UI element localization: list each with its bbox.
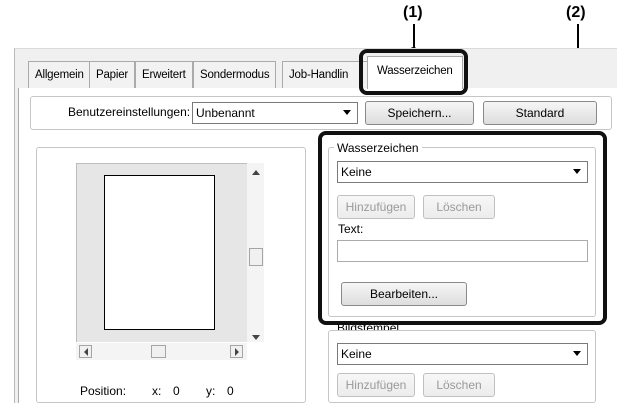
- save-button[interactable]: Speichern...: [365, 101, 474, 125]
- default-button[interactable]: Standard: [483, 101, 597, 125]
- vertical-scroll-thumb[interactable]: [249, 248, 263, 266]
- callout-1-highlight: [359, 49, 468, 95]
- image-stamp-delete-button[interactable]: Löschen: [423, 373, 495, 397]
- position-label: Position:: [80, 384, 127, 398]
- horizontal-scroll-thumb[interactable]: [151, 345, 166, 358]
- scroll-right-icon: [235, 348, 239, 356]
- position-x-label: x:: [152, 384, 162, 398]
- chevron-down-icon: [573, 351, 581, 356]
- image-stamp-select-value: Keine: [341, 347, 372, 361]
- image-stamp-add-button[interactable]: Hinzufügen: [337, 373, 415, 397]
- position-y-label: y:: [206, 384, 216, 398]
- tab-papier[interactable]: Papier: [89, 61, 136, 88]
- user-settings-value: Unbenannt: [196, 106, 255, 120]
- tab-allgemein[interactable]: Allgemein: [28, 61, 91, 88]
- image-stamp-select[interactable]: Keine: [337, 343, 588, 365]
- callout-2: (2): [566, 4, 586, 21]
- callout-2-highlight: [318, 131, 607, 325]
- scroll-left-icon: [84, 348, 88, 356]
- tab-job-handling[interactable]: Job-Handlin: [282, 61, 368, 88]
- tab-erweitert[interactable]: Erweitert: [135, 61, 193, 88]
- preview-page: [104, 175, 215, 330]
- position-x-value: 0: [173, 384, 180, 398]
- position-y-value: 0: [227, 384, 234, 398]
- user-settings-select[interactable]: Unbenannt: [192, 102, 358, 124]
- chevron-down-icon: [343, 110, 351, 115]
- tab-sondermodus[interactable]: Sondermodus: [193, 61, 277, 88]
- scroll-down-icon[interactable]: [252, 335, 260, 340]
- scroll-up-icon[interactable]: [252, 170, 260, 175]
- callout-1: (1): [403, 4, 423, 21]
- user-settings-label: Benutzereinstellungen:: [68, 105, 191, 119]
